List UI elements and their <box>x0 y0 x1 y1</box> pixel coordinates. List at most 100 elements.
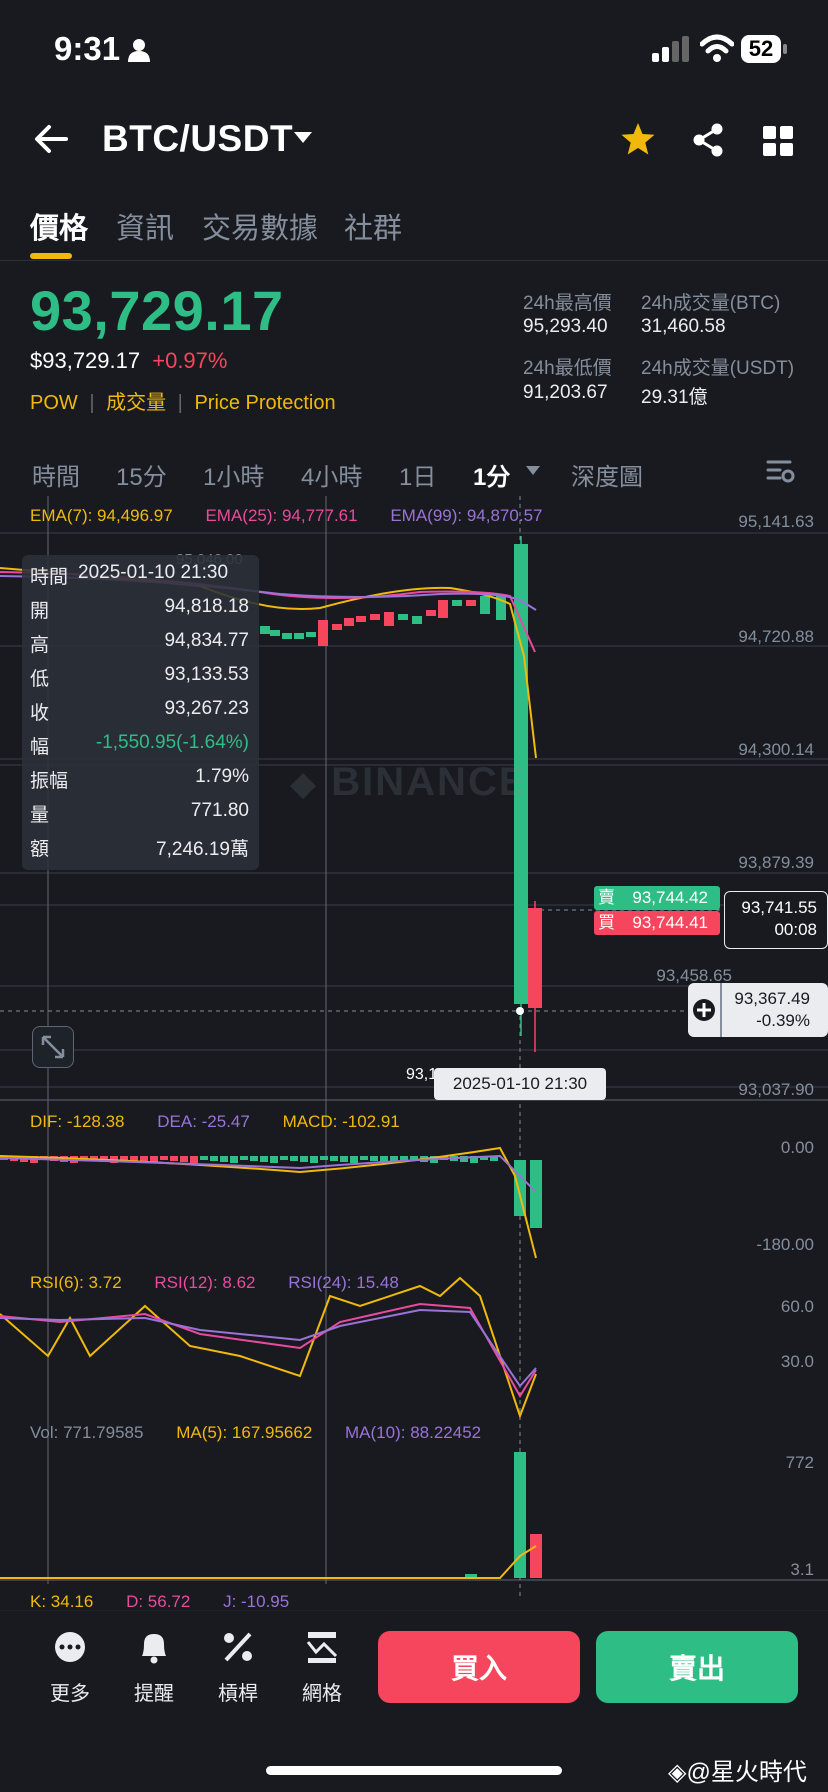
axis-rsi-0: 60.0 <box>780 1297 814 1316</box>
kdj-legend: K: 34.16 D: 56.72 J: -10.95 <box>30 1592 290 1611</box>
interval-depth[interactable]: 深度圖 <box>571 457 643 492</box>
axis-macd-1: -180.00 <box>756 1235 814 1254</box>
macd-bar-big-1 <box>514 1160 526 1216</box>
battery-icon: 52 <box>741 35 781 63</box>
more-button[interactable]: 更多 <box>40 1630 100 1706</box>
add-order-icon[interactable] <box>688 983 722 1037</box>
tab-price[interactable]: 價格 <box>30 205 88 247</box>
pair-title[interactable]: BTC/USDT <box>102 118 293 160</box>
macd-bar-24 <box>240 1156 248 1160</box>
macd-bar-37 <box>370 1156 378 1161</box>
axis-main-2: 94,300.14 <box>738 740 814 759</box>
crosshair-time-label: 2025-01-10 21:30 <box>434 1068 606 1100</box>
home-indicator <box>266 1766 562 1775</box>
chart-settings-icon[interactable] <box>766 458 796 484</box>
macd-bar-22 <box>220 1156 228 1162</box>
candle-2 <box>282 633 292 639</box>
volume-bar-big <box>514 1452 526 1578</box>
ohlc-tooltip: 時間 2025-01-10 21:30 開 94,818.18 高 94,834.77… <box>22 555 259 870</box>
macd-bar-40 <box>400 1156 408 1160</box>
pair-dropdown-icon[interactable] <box>294 132 312 144</box>
rsi12-line <box>0 1302 537 1398</box>
candle-13 <box>426 610 436 616</box>
candle-7 <box>344 618 354 626</box>
buy-button[interactable]: 買入 <box>378 1631 580 1703</box>
ema-legend: EMA(7): 94,496.97 EMA(25): 94,777.61 EMA… <box>30 506 543 525</box>
stat-vol-btc: 31,460.58 <box>641 316 726 337</box>
axis-main-1: 94,720.88 <box>738 627 814 646</box>
tag-row: POW | 成交量 | Price Protection <box>30 392 336 414</box>
best-ask-tag: 賣 93,744.42 <box>594 886 720 910</box>
grid-button[interactable]: 網格 <box>292 1630 352 1706</box>
ohlc-row-amplitude: 振幅 1.79% <box>30 766 249 792</box>
percent-icon <box>224 1632 252 1662</box>
macd-bar-20 <box>200 1156 208 1160</box>
volume-bar-recovery <box>530 1534 542 1578</box>
stat-high-label: 24h最高價 <box>523 293 612 314</box>
stat-low-label: 24h最低價 <box>523 358 612 379</box>
ohlc-row-high: 高 94,834.77 <box>30 630 249 656</box>
star-icon[interactable] <box>620 122 656 156</box>
macd-bar-25 <box>250 1156 258 1161</box>
ohlc-row-volume: 量 771.80 <box>30 800 249 826</box>
ohlc-row-open: 開 94,818.18 <box>30 596 249 622</box>
tag-pow[interactable]: POW <box>30 392 78 414</box>
candle-11 <box>398 614 408 620</box>
macd-bar-12 <box>120 1156 128 1160</box>
tab-info[interactable]: 資訊 <box>116 205 174 247</box>
macd-bar-26 <box>260 1156 268 1162</box>
leverage-button[interactable]: 槓桿 <box>208 1630 268 1706</box>
binance-watermark: ◆ BINANCE <box>290 760 528 804</box>
more-icon <box>55 1632 85 1662</box>
usd-price: $93,729.17 +0.97% <box>30 348 228 373</box>
candle-12 <box>412 616 422 624</box>
ohlc-row-time: 時間 2025-01-10 21:30 <box>30 562 229 588</box>
stat-vol-usdt: 29.31億 <box>641 387 708 408</box>
ohlc-row-close: 收 93,267.23 <box>30 698 249 724</box>
interval-4h[interactable]: 4小時 <box>301 457 362 492</box>
vol-legend: Vol: 771.79585 MA(5): 167.95662 MA(10): … <box>30 1423 482 1442</box>
interval-15m[interactable]: 15分 <box>116 457 167 492</box>
grid-menu-icon[interactable] <box>763 126 793 156</box>
candle-16 <box>466 600 476 606</box>
price-change: +0.97% <box>152 348 228 373</box>
axis-vol-1: 3.1 <box>790 1560 814 1579</box>
stat-vol-btc-label: 24h成交量(BTC) <box>641 293 781 314</box>
interval-1m[interactable]: 1分 <box>473 457 510 492</box>
macd-legend: DIF: -128.38 DEA: -25.47 MACD: -102.91 <box>30 1112 400 1131</box>
macd-bar-30 <box>300 1156 308 1162</box>
candle-9 <box>370 614 380 620</box>
crosshair-dot <box>516 1007 524 1015</box>
tag-volume[interactable]: 成交量 <box>106 392 166 414</box>
dif-line <box>0 1146 537 1259</box>
candle-1 <box>270 630 280 636</box>
stat-low: 91,203.67 <box>523 382 608 403</box>
last-price-tag: 93,741.55 00:08 <box>724 891 828 949</box>
macd-bar-21 <box>210 1156 218 1161</box>
tab-community[interactable]: 社群 <box>344 205 402 247</box>
share-icon[interactable] <box>692 123 724 157</box>
bell-icon <box>142 1634 166 1664</box>
candle-15 <box>452 600 462 606</box>
vol-ma5-line <box>0 1545 537 1579</box>
interval-1h[interactable]: 1小時 <box>203 457 264 492</box>
low-mark-label: 93,1 <box>406 1066 438 1083</box>
ohlc-row-change: 幅 -1,550.95(-1.64%) <box>30 732 249 758</box>
tab-trading-data[interactable]: 交易數據 <box>202 205 318 247</box>
expand-chart-icon[interactable] <box>32 1026 74 1068</box>
alert-button[interactable]: 提醒 <box>124 1630 184 1706</box>
crosshair-price-tag[interactable]: 93,367.49 -0.39% <box>688 983 828 1037</box>
tag-price-protection[interactable]: Price Protection <box>194 392 335 414</box>
best-bid-tag: 買 93,744.41 <box>594 911 720 935</box>
signal-icon <box>652 36 689 62</box>
interval-dropdown-icon[interactable] <box>526 466 540 475</box>
last-price: 93,729.17 <box>30 279 284 342</box>
sell-button[interactable]: 賣出 <box>596 1631 798 1703</box>
macd-bar-16 <box>160 1156 168 1160</box>
back-arrow-icon[interactable] <box>34 124 68 154</box>
candle-8 <box>356 616 366 622</box>
interval-1d[interactable]: 1日 <box>399 457 436 492</box>
stat-high: 95,293.40 <box>523 316 608 337</box>
axis-macd-0: 0.00 <box>780 1138 814 1157</box>
interval-time[interactable]: 時間 <box>32 457 80 492</box>
